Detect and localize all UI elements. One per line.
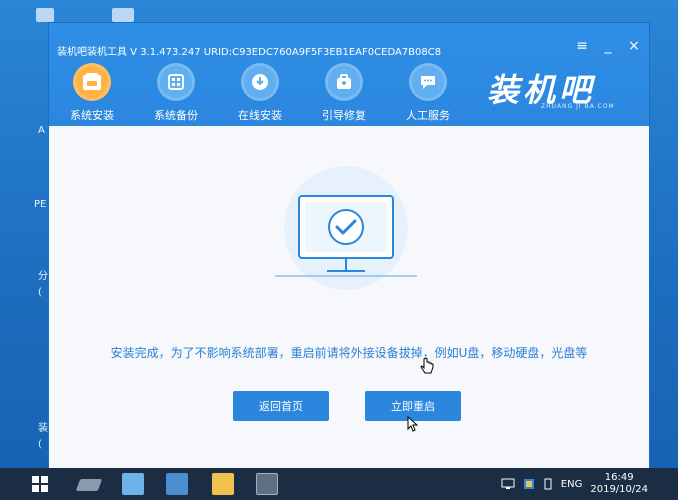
desktop-label: ( xyxy=(38,439,42,450)
nav-label: 系统备份 xyxy=(154,109,198,122)
boot-repair-icon xyxy=(325,63,363,101)
brand-subtitle: ZHUANG JI BA.COM xyxy=(541,103,615,110)
network-tray-icon[interactable] xyxy=(501,478,515,490)
clock[interactable]: 16:49 2019/10/24 xyxy=(590,472,648,496)
back-home-button[interactable]: 返回首页 xyxy=(233,391,329,421)
system-backup-icon xyxy=(157,63,195,101)
minimize-button[interactable]: _ xyxy=(601,39,615,53)
taskbar-drive-icon[interactable] xyxy=(75,479,103,491)
desktop-icon[interactable] xyxy=(36,8,54,22)
clock-time: 16:49 xyxy=(604,472,634,483)
nav-item-system-backup[interactable]: 系统备份 xyxy=(151,63,201,123)
system-install-icon xyxy=(73,63,111,101)
start-windows-icon[interactable] xyxy=(32,476,48,492)
window-header: 装机吧装机工具 V 3.1.473.247 URID:C93EDC760A9F5… xyxy=(49,23,649,126)
desktop-label: A xyxy=(38,125,45,136)
taskbar-computer-icon[interactable] xyxy=(122,473,144,495)
completion-message: 安装完成，为了不影响系统部署，重启前请将外接设备拔掉，例如U盘，移动硬盘，光盘等 xyxy=(110,346,588,360)
desktop-label: 分 xyxy=(38,271,48,282)
nav-label: 系统安装 xyxy=(70,109,114,122)
desktop-label: ( xyxy=(38,287,42,298)
nav-label: 在线安装 xyxy=(238,109,282,122)
desktop-label: PE xyxy=(34,199,47,210)
taskbar-network-icon[interactable] xyxy=(166,473,188,495)
hand-cursor-icon xyxy=(420,358,434,374)
window-controls: ≡ _ × xyxy=(575,39,641,53)
main-content: 安装完成，为了不影响系统部署，重启前请将外接设备拔掉，例如U盘，移动硬盘，光盘等… xyxy=(49,126,649,469)
flag-tray-icon[interactable] xyxy=(523,478,535,490)
device-tray-icon[interactable] xyxy=(543,478,553,490)
installer-window: 装机吧装机工具 V 3.1.473.247 URID:C93EDC760A9F5… xyxy=(48,22,650,470)
taskbar-folder-icon[interactable] xyxy=(212,473,234,495)
window-title: 装机吧装机工具 V 3.1.473.247 URID:C93EDC760A9F5… xyxy=(57,47,442,58)
online-install-icon xyxy=(241,63,279,101)
nav-item-system-install[interactable]: 系统安装 xyxy=(67,63,117,123)
nav-label: 人工服务 xyxy=(406,109,450,122)
nav-item-boot-repair[interactable]: 引导修复 xyxy=(319,63,369,123)
arrow-cursor-icon xyxy=(407,416,419,432)
nav-item-online-install[interactable]: 在线安装 xyxy=(235,63,285,123)
taskbar: ENG 16:49 2019/10/24 xyxy=(0,468,678,500)
close-button[interactable]: × xyxy=(627,39,641,53)
clock-date: 2019/10/24 xyxy=(590,484,648,495)
menu-button[interactable]: ≡ xyxy=(575,39,589,53)
nav-item-support[interactable]: 人工服务 xyxy=(403,63,453,123)
main-nav: 系统安装 系统备份 在线安装 引导修复 人工服务 xyxy=(67,63,453,123)
system-tray: ENG 16:49 2019/10/24 xyxy=(501,468,648,500)
language-indicator[interactable]: ENG xyxy=(561,479,583,490)
nav-label: 引导修复 xyxy=(322,109,366,122)
install-complete-illustration xyxy=(275,166,417,290)
desktop-label: 装 xyxy=(38,423,48,434)
support-chat-icon xyxy=(409,63,447,101)
desktop-icon[interactable] xyxy=(112,8,134,22)
taskbar-installer-app-icon[interactable] xyxy=(256,473,278,495)
